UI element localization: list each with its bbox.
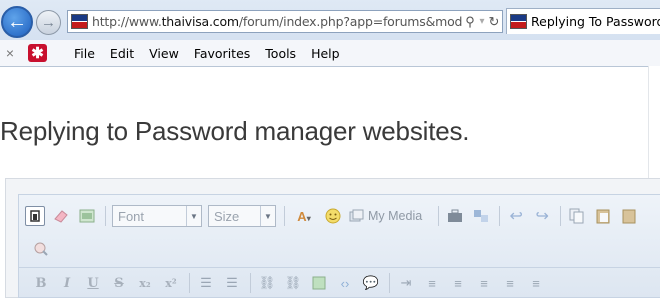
browser-chrome: ← → http://www.thaivisa.com/forum/index.… [0,0,660,67]
align-left-icon: ≡ [428,275,436,291]
align-justify-button[interactable]: ≡ [474,273,494,293]
image-icon [79,209,95,223]
unlink-icon: ⛓ [284,275,302,290]
forward-button[interactable]: → [36,10,61,35]
toolbar-divider [438,206,440,226]
paste-button[interactable] [593,206,613,226]
copy-icon [569,208,584,224]
align-full-icon: ≡ [532,275,540,291]
menu-bar: × ✱ File Edit View Favorites Tools Help [0,40,660,66]
align-full-button[interactable]: ≡ [526,273,546,293]
refresh-icon[interactable]: ↻ [486,14,502,30]
underline-button[interactable]: U [83,273,103,293]
unlink-button[interactable]: ⛓ [283,273,303,293]
subscript-button[interactable]: x₂ [135,273,155,293]
numbered-list-icon: ☰ [226,275,238,290]
spellcheck-button[interactable] [31,239,51,259]
quote-icon: 💬 [362,275,380,290]
link-button[interactable]: ⛓ [257,273,277,293]
strikethrough-button[interactable]: S [109,273,129,293]
insert-image-button[interactable] [77,206,97,226]
menu-tools[interactable]: Tools [264,44,297,63]
back-arrow-icon: ← [7,10,27,33]
undo-icon: ↩ [509,208,523,225]
puzzle-icon [474,210,489,222]
image-button[interactable] [309,273,329,293]
redo-button[interactable]: ↪ [532,206,552,226]
eraser-icon [54,210,68,223]
numbered-list-button[interactable]: ☰ [222,273,242,293]
extension-icon[interactable]: ✱ [28,44,47,62]
menu-file[interactable]: File [73,44,96,63]
tab-title: Replying To Password m [531,14,660,29]
superscript-button[interactable]: x² [161,273,181,293]
indent-button[interactable]: ⇥ [396,273,416,293]
chevron-down-icon: ▼ [186,206,201,226]
toolbar-divider [499,206,501,226]
briefcase-icon [448,209,463,222]
tab-active[interactable]: Replying To Password m [506,8,660,34]
bulleted-list-button[interactable]: ☰ [196,273,216,293]
paste-text-button[interactable] [619,206,639,226]
menu-help[interactable]: Help [310,44,341,63]
remove-format-button[interactable] [51,206,71,226]
toolbar-divider [250,273,251,293]
address-bar[interactable]: http://www.thaivisa.com/forum/index.php?… [67,10,503,33]
align-center-button[interactable]: ≡ [500,273,520,293]
bulleted-list-icon: ☰ [200,275,212,290]
image-icon [312,276,326,290]
spellcheck-icon [34,242,48,256]
my-media-button[interactable]: My Media [349,209,422,223]
back-button[interactable]: ← [1,6,33,38]
dropdown-arrow-icon[interactable]: ▾ [478,16,486,27]
code-button[interactable]: ‹› [335,273,355,293]
tab-favicon-icon [510,14,527,29]
site-favicon-icon [71,14,88,29]
copy-button[interactable] [567,206,587,226]
toolbar-divider [189,273,190,293]
source-mode-button[interactable] [25,206,45,226]
media-icon [349,209,364,222]
size-select[interactable]: Size ▼ [208,205,276,227]
font-select[interactable]: Font ▼ [112,205,202,227]
align-right-icon: ≡ [454,275,462,291]
close-icon[interactable]: × [0,45,20,61]
redo-icon: ↪ [535,208,549,225]
clipboard-icon [596,209,610,224]
toolbar-divider [19,267,660,268]
url-text[interactable]: http://www.thaivisa.com/forum/index.php?… [92,14,462,29]
forward-arrow-icon: → [41,14,56,31]
page-title: Replying to Password manager websites. [0,116,470,146]
spoiler-button[interactable] [445,206,465,226]
editor-toolbar: Font ▼ Size ▼ A▾ My Media ↩ ↪ B I U S x₂… [18,194,660,298]
bold-button[interactable]: B [31,273,51,293]
italic-button[interactable]: I [57,273,77,293]
text-color-icon: A▾ [297,208,311,224]
quote-button[interactable]: 💬 [361,273,381,293]
toolbar-divider [284,206,285,226]
toolbar-divider [560,206,562,226]
special-chars-button[interactable] [471,206,491,226]
menu-favorites[interactable]: Favorites [193,44,251,63]
search-icon[interactable]: ⚲ [462,14,478,30]
emoticon-button[interactable] [323,206,343,226]
text-color-button[interactable]: A▾ [291,206,317,226]
code-icon: ‹› [340,275,350,291]
menu-edit[interactable]: Edit [109,44,135,63]
undo-button[interactable]: ↩ [506,206,526,226]
link-icon: ⛓ [258,275,276,290]
smiley-icon [325,208,341,224]
indent-icon: ⇥ [400,275,412,290]
align-left-button[interactable]: ≡ [422,273,442,293]
source-icon [30,210,40,222]
toolbar-divider [389,273,390,293]
align-justify-icon: ≡ [480,275,488,291]
chevron-down-icon: ▼ [260,206,275,226]
align-center-icon: ≡ [506,275,514,291]
toolbar-divider [105,206,106,226]
url-domain: thaivisa.com [161,14,239,29]
align-right-button[interactable]: ≡ [448,273,468,293]
menu-view[interactable]: View [148,44,180,63]
paste-text-icon [622,209,636,224]
